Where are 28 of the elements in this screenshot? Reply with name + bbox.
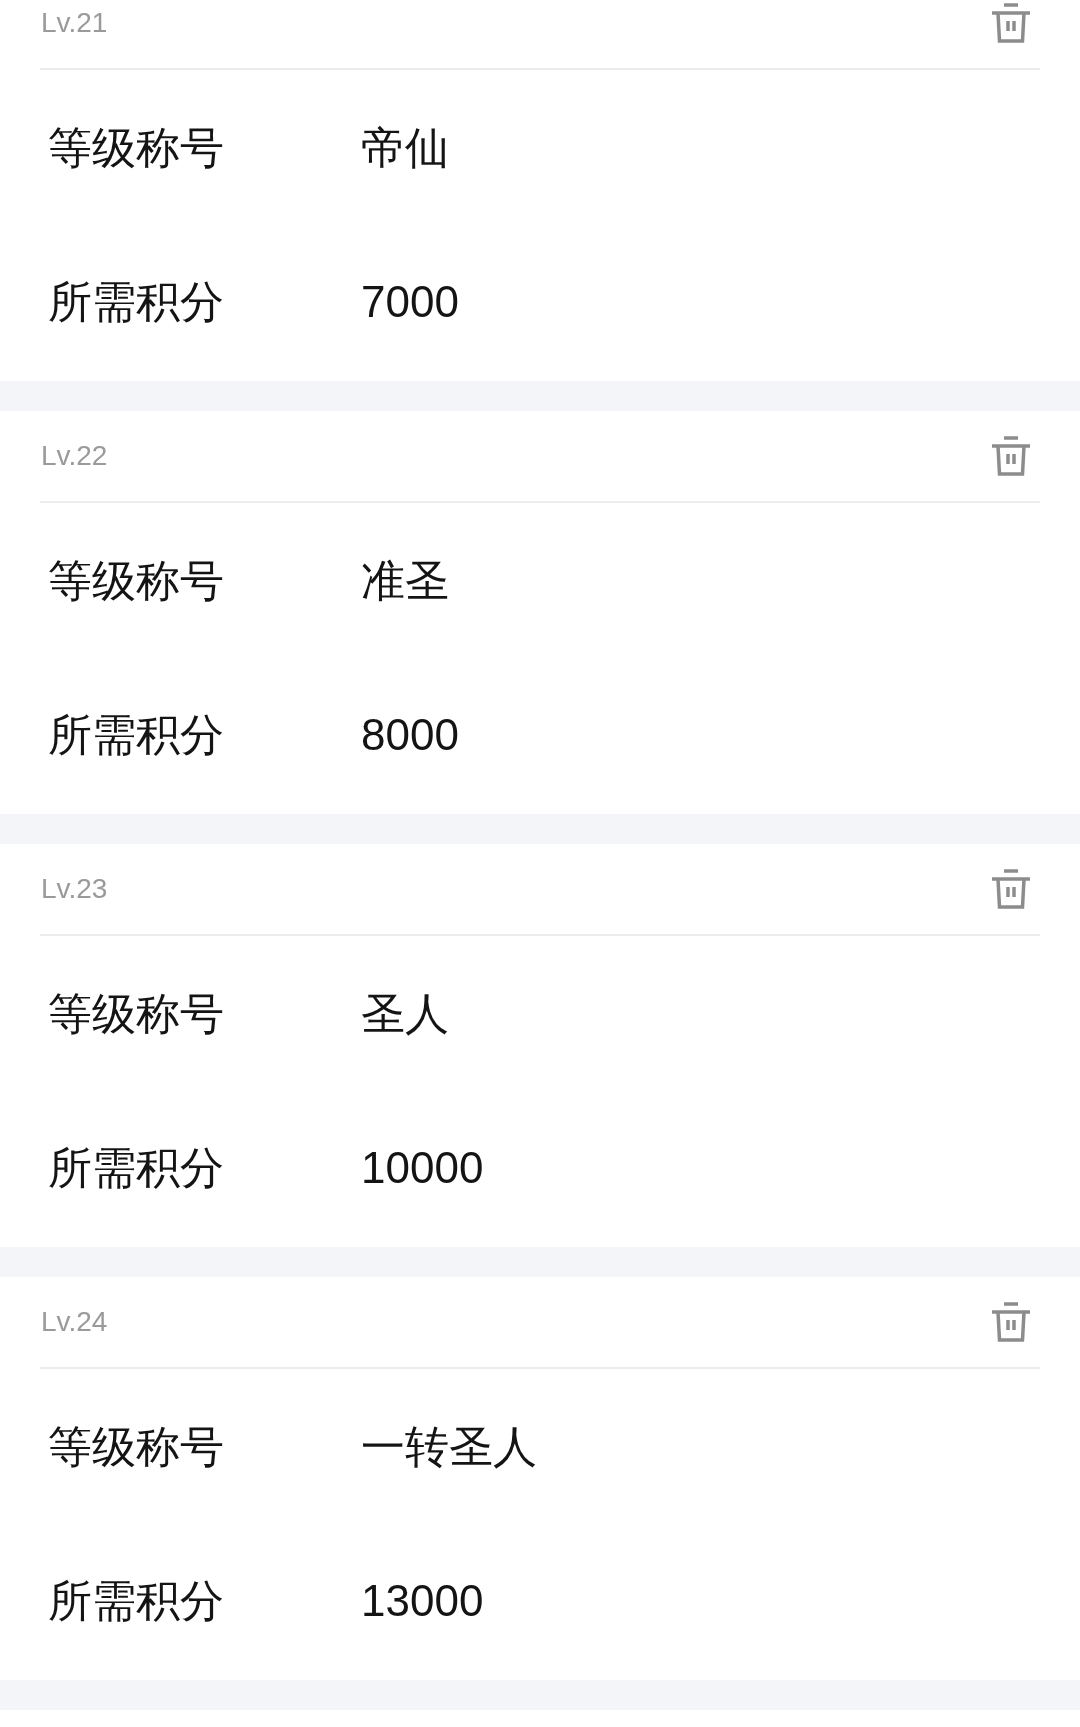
field-label: 等级称号	[48, 126, 225, 170]
level-number: Lv.24	[41, 1308, 108, 1336]
delete-button[interactable]	[990, 869, 1032, 909]
trash-icon	[990, 1302, 1032, 1342]
delete-button[interactable]	[990, 1302, 1032, 1342]
trash-icon	[990, 3, 1032, 43]
field-value: 一转圣人	[361, 1425, 537, 1469]
field-value: 7000	[361, 280, 459, 324]
level-number: Lv.23	[41, 875, 108, 903]
field-value: 13000	[361, 1579, 484, 1623]
field-label: 等级称号	[48, 992, 225, 1036]
delete-button[interactable]	[990, 436, 1032, 476]
field-value: 8000	[361, 713, 459, 757]
field-value: 帝仙	[361, 126, 449, 170]
field-label: 等级称号	[48, 559, 225, 603]
trash-icon	[990, 436, 1032, 476]
field-label: 所需积分	[48, 1146, 225, 1190]
field-value: 准圣	[361, 559, 449, 603]
level-number: Lv.22	[41, 442, 108, 470]
field-label: 所需积分	[48, 280, 225, 324]
field-label: 所需积分	[48, 713, 225, 757]
trash-icon	[990, 869, 1032, 909]
field-label: 等级称号	[48, 1425, 225, 1469]
field-label: 所需积分	[48, 1579, 225, 1623]
delete-button[interactable]	[990, 3, 1032, 43]
field-value: 10000	[361, 1146, 484, 1190]
level-number: Lv.21	[41, 9, 108, 37]
field-value: 圣人	[361, 992, 449, 1036]
